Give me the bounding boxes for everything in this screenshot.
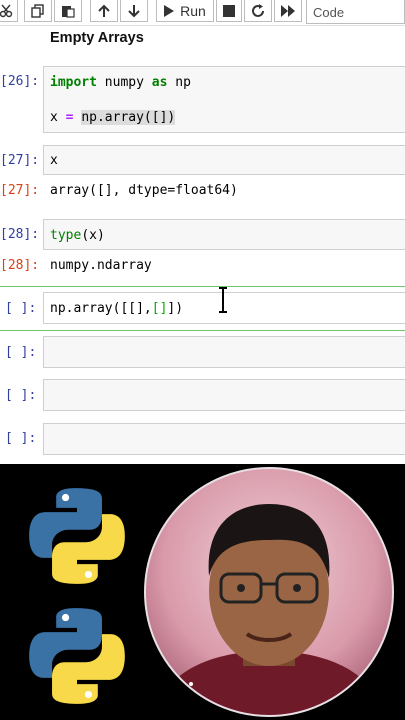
input-prompt: [ ]:: [5, 431, 37, 446]
copy-button[interactable]: [24, 0, 52, 22]
python-logo-top: [29, 488, 125, 584]
webcam-overlay: [0, 464, 405, 720]
active-cell-border-bottom: [0, 330, 405, 331]
code-cell-input-active[interactable]: np.array([[],[]]): [43, 287, 405, 324]
output-prompt: [28]:: [0, 258, 40, 273]
markdown-heading: Empty Arrays: [50, 30, 144, 46]
code-line: np.array([[],[]]): [50, 301, 184, 316]
input-prompt: [28]:: [0, 227, 40, 242]
fast-forward-button[interactable]: [274, 0, 302, 22]
move-up-icon: [98, 4, 110, 17]
move-down-icon: [128, 4, 140, 17]
cell-type-select[interactable]: Code: [306, 0, 405, 24]
code-cell-input[interactable]: import numpy as np x = np.array([]): [43, 66, 405, 133]
cell-output: numpy.ndarray: [50, 258, 152, 273]
input-prompt: [26]:: [0, 74, 40, 89]
code-cell-input[interactable]: [43, 379, 405, 411]
code-cell-input[interactable]: [43, 423, 405, 455]
fast-forward-icon: [281, 4, 295, 17]
cut-icon: [0, 4, 13, 17]
paste-button[interactable]: [54, 0, 82, 22]
input-prompt: [27]:: [0, 153, 40, 168]
stop-button[interactable]: [216, 0, 242, 22]
restart-button[interactable]: [244, 0, 272, 22]
move-up-button[interactable]: [90, 0, 118, 22]
code-line: x = np.array([]): [50, 110, 176, 125]
code-cell-input[interactable]: x: [43, 145, 405, 175]
notebook-toolbar: Run Code: [0, 0, 405, 26]
copy-icon: [31, 3, 44, 18]
input-prompt: [ ]:: [5, 388, 37, 403]
text-cursor-icon: [219, 287, 227, 313]
move-down-button[interactable]: [120, 0, 148, 22]
restart-icon: [252, 3, 264, 17]
run-icon: [164, 4, 175, 17]
cell-output: array([], dtype=float64): [50, 183, 238, 198]
python-logo-bottom: [29, 608, 125, 704]
presenter-video-circle: [144, 467, 394, 717]
paste-icon: [62, 5, 75, 18]
code-line: x: [50, 153, 58, 168]
code-line: type(x): [50, 228, 105, 243]
output-prompt: [27]:: [0, 183, 40, 198]
run-label: Run: [180, 2, 206, 19]
code-line: import numpy as np: [50, 75, 191, 90]
run-button[interactable]: Run: [156, 0, 214, 22]
active-cell-border-top: [0, 286, 405, 287]
stop-icon: [223, 4, 235, 17]
input-prompt: [ ]:: [5, 345, 37, 360]
code-cell-input[interactable]: type(x): [43, 219, 405, 250]
input-prompt: [ ]:: [5, 301, 37, 316]
cut-button[interactable]: [0, 0, 18, 22]
code-cell-input[interactable]: [43, 336, 405, 368]
